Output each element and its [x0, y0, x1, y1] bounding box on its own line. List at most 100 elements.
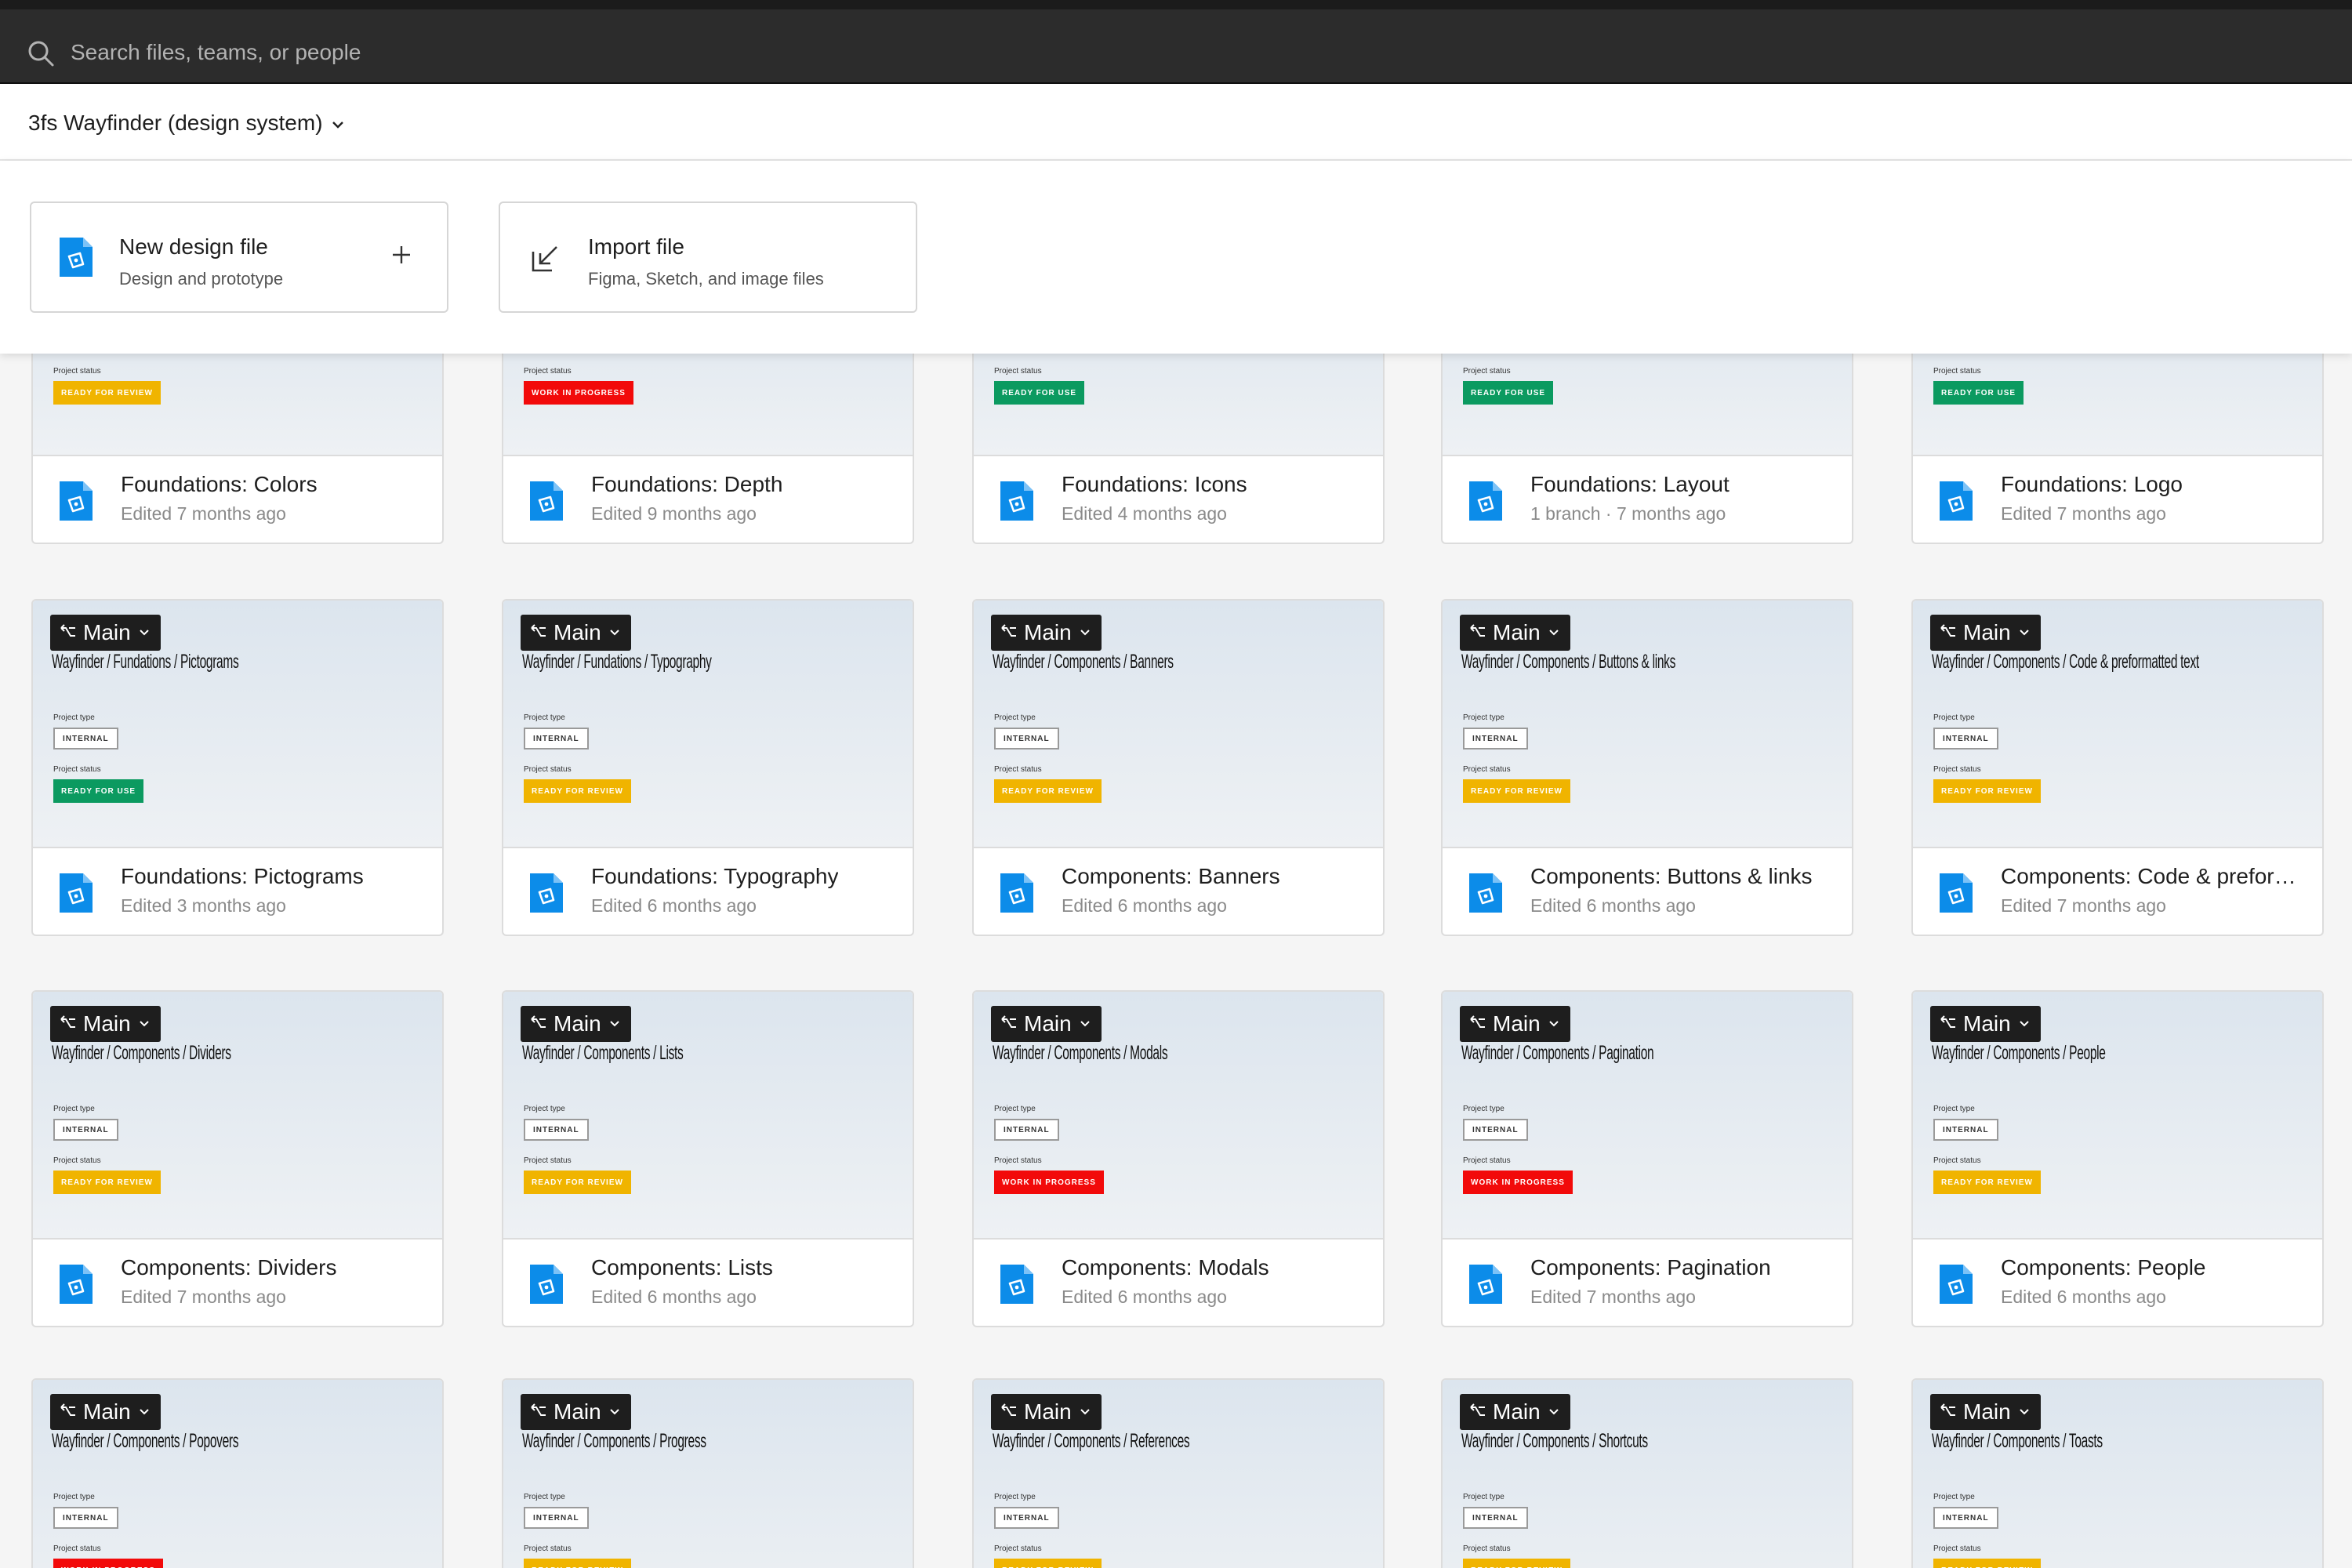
project-status-label: Project status [1463, 367, 1511, 376]
chevron-down-icon [609, 1021, 619, 1027]
file-info: Components: Buttons & links Edited 6 mont… [1443, 845, 1852, 935]
file-info: Components: Code & preform... Edited 7 mo… [1913, 845, 2322, 935]
type-badge: INTERNAL [1933, 1507, 1998, 1529]
file-title: Components: Modals [1062, 1255, 1269, 1279]
status-badge: READY FOR REVIEW [524, 779, 631, 803]
file-thumbnail: Main Wayfinder / Components / Progress Pro… [503, 1380, 913, 1568]
file-path-title: Wayfinder / Components / Code & preforma… [1932, 651, 2199, 673]
chevron-down-icon [1080, 1021, 1090, 1027]
branch-selector[interactable]: Main [50, 1006, 161, 1042]
chevron-down-icon [1548, 1409, 1559, 1415]
file-card-toasts[interactable]: Main Wayfinder / Components / Toasts Proje… [1911, 1378, 2324, 1568]
branch-selector[interactable]: Main [1930, 1394, 2041, 1430]
file-card-code-preformatted-text[interactable]: Main Wayfinder / Components / Code & pref… [1911, 599, 2324, 936]
file-title: Foundations: Pictograms [121, 864, 364, 888]
search-icon[interactable] [25, 38, 56, 69]
branch-selector[interactable]: Main [1460, 615, 1570, 651]
file-title: Components: Dividers [121, 1255, 337, 1279]
file-info: Components: Lists Edited 6 months ago [503, 1236, 913, 1326]
file-info: Foundations: Typography Edited 6 months a… [503, 845, 913, 935]
file-edited: Edited 7 months ago [2001, 895, 2166, 916]
file-path-title: Wayfinder / Components / Lists [522, 1042, 684, 1064]
file-edited: Edited 7 months ago [2001, 503, 2166, 524]
type-badge: INTERNAL [524, 1119, 589, 1141]
file-card-references[interactable]: Main Wayfinder / Components / References P… [972, 1378, 1385, 1568]
branch-selector[interactable]: Main [1460, 1006, 1570, 1042]
design-file-icon [530, 1265, 563, 1304]
file-path-title: Wayfinder / Components / Banners [993, 651, 1174, 673]
branch-name: Main [554, 1399, 601, 1424]
file-card-buttons-links[interactable]: Main Wayfinder / Components / Buttons & l… [1441, 599, 1853, 936]
status-badge: WORK IN PROGRESS [53, 1559, 163, 1568]
project-type-label: Project type [1933, 1493, 1975, 1501]
chevron-down-icon [139, 630, 149, 636]
team-selector[interactable]: 3fs Wayfinder (design system) [28, 111, 345, 136]
branch-selector[interactable]: Main [50, 615, 161, 651]
file-card-progress[interactable]: Main Wayfinder / Components / Progress Pro… [502, 1378, 914, 1568]
branch-selector[interactable]: Main [991, 615, 1102, 651]
file-card-pagination[interactable]: Main Wayfinder / Components / Pagination P… [1441, 990, 1853, 1327]
project-type-label: Project type [1463, 713, 1504, 722]
file-info: Components: Dividers Edited 7 months ago [33, 1236, 442, 1326]
project-type-label: Project type [53, 1105, 95, 1113]
design-file-icon [1000, 873, 1033, 913]
file-card-banners[interactable]: Main Wayfinder / Components / Banners Proj… [972, 599, 1385, 936]
file-title: Foundations: Logo [2001, 472, 2183, 496]
file-path-title: Wayfinder / Components / Progress [522, 1430, 706, 1452]
status-badge: READY FOR USE [1463, 381, 1554, 405]
project-type-label: Project type [994, 1105, 1036, 1113]
project-type-label: Project type [994, 1493, 1036, 1501]
project-type-label: Project type [524, 713, 565, 722]
project-status-label: Project status [1463, 1544, 1511, 1553]
branch-selector[interactable]: Main [991, 1006, 1102, 1042]
branch-selector[interactable]: Main [50, 1394, 161, 1430]
branch-selector[interactable]: Main [521, 1006, 631, 1042]
chevron-down-icon [2019, 1409, 2029, 1415]
branch-selector[interactable]: Main [1930, 1006, 2041, 1042]
new-file-actions: New design file Design and prototype Imp… [0, 161, 2352, 354]
file-thumbnail: Main Wayfinder / Fundations / Typography P… [503, 601, 913, 848]
project-status-label: Project status [524, 765, 572, 774]
file-card-modals[interactable]: Main Wayfinder / Components / Modals Proje… [972, 990, 1385, 1327]
import-file-button[interactable]: Import file Figma, Sketch, and image fil… [499, 201, 917, 313]
status-badge: READY FOR REVIEW [524, 1559, 631, 1568]
file-thumbnail: Main Wayfinder / Components / Dividers Pro… [33, 992, 442, 1240]
file-thumbnail: Main Wayfinder / Components / Lists Projec… [503, 992, 913, 1240]
branch-name: Main [1024, 620, 1072, 644]
type-badge: INTERNAL [53, 1119, 118, 1141]
file-title: Foundations: Depth [591, 472, 783, 496]
type-badge: INTERNAL [524, 728, 589, 750]
file-card-people[interactable]: Main Wayfinder / Components / People Proje… [1911, 990, 2324, 1327]
file-card-shortcuts[interactable]: Main Wayfinder / Components / Shortcuts Pr… [1441, 1378, 1853, 1568]
file-info: Foundations: Layout 1 branch · 7 months a… [1443, 453, 1852, 543]
file-card-typography[interactable]: Main Wayfinder / Fundations / Typography P… [502, 599, 914, 936]
file-card-lists[interactable]: Main Wayfinder / Components / Lists Projec… [502, 990, 914, 1327]
branch-name: Main [1963, 1011, 2011, 1036]
file-path-title: Wayfinder / Fundations / Pictograms [52, 651, 239, 673]
file-info: Foundations: Depth Edited 9 months ago [503, 453, 913, 543]
file-card-dividers[interactable]: Main Wayfinder / Components / Dividers Pro… [31, 990, 444, 1327]
branch-selector[interactable]: Main [1460, 1394, 1570, 1430]
branch-selector[interactable]: Main [521, 615, 631, 651]
import-file-subtitle: Figma, Sketch, and image files [588, 269, 824, 289]
branch-icon [60, 1015, 75, 1028]
new-design-file-button[interactable]: New design file Design and prototype [30, 201, 448, 313]
file-thumbnail: Main Wayfinder / Components / References P… [974, 1380, 1383, 1568]
branch-icon [531, 1015, 546, 1028]
file-info: Foundations: Logo Edited 7 months ago [1913, 453, 2322, 543]
file-card-pictograms[interactable]: Main Wayfinder / Fundations / Pictograms P… [31, 599, 444, 936]
file-path-title: Wayfinder / Fundations / Typography [522, 651, 712, 673]
branch-selector[interactable]: Main [521, 1394, 631, 1430]
design-file-icon [1940, 1265, 1973, 1304]
branch-icon [531, 624, 546, 637]
project-status-label: Project status [53, 367, 101, 376]
branch-selector[interactable]: Main [991, 1394, 1102, 1430]
status-badge: READY FOR REVIEW [1463, 1559, 1570, 1568]
file-edited: Edited 9 months ago [591, 503, 757, 524]
file-card-popovers[interactable]: Main Wayfinder / Components / Popovers Pro… [31, 1378, 444, 1568]
status-badge: READY FOR REVIEW [994, 1559, 1102, 1568]
search-input[interactable] [71, 33, 855, 72]
branch-selector[interactable]: Main [1930, 615, 2041, 651]
type-badge: INTERNAL [1933, 1119, 1998, 1141]
project-status-label: Project status [1463, 1156, 1511, 1165]
